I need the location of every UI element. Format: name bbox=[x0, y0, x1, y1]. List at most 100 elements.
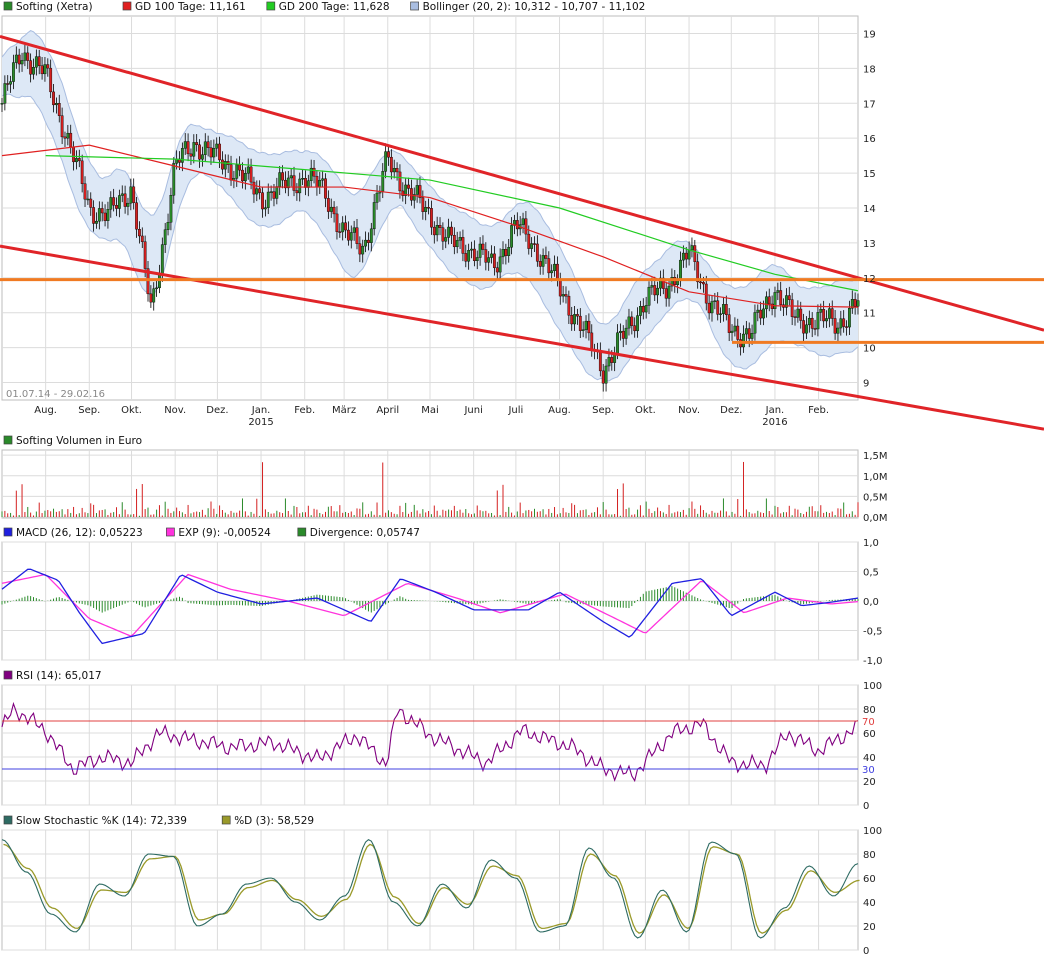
candle-body bbox=[286, 177, 290, 189]
candle-body bbox=[112, 197, 116, 206]
candle-body bbox=[60, 115, 64, 138]
candle-body bbox=[75, 158, 78, 163]
candle-body bbox=[495, 267, 499, 273]
candle-body bbox=[126, 202, 130, 207]
candle-body bbox=[292, 175, 296, 191]
x-month-label: Nov. bbox=[164, 405, 186, 416]
macd-y-tick: 0,5 bbox=[863, 568, 879, 579]
rsi-y-tick: 80 bbox=[863, 705, 876, 716]
stoch-y-tick: 20 bbox=[863, 922, 876, 933]
candle-body bbox=[424, 207, 428, 212]
candle-body bbox=[730, 330, 734, 333]
candle-body bbox=[6, 83, 10, 85]
candle-body bbox=[241, 169, 244, 182]
candle-body bbox=[221, 159, 224, 170]
candle-body bbox=[856, 300, 860, 307]
candle-body bbox=[759, 309, 763, 319]
rsi-y-tick: 40 bbox=[863, 753, 876, 764]
candle-body bbox=[716, 300, 720, 315]
candle-body bbox=[80, 160, 84, 184]
candle-body bbox=[533, 243, 536, 245]
candle-body bbox=[573, 314, 576, 325]
candle-body bbox=[269, 191, 273, 193]
candle-body bbox=[722, 304, 725, 314]
candle-body bbox=[192, 142, 196, 157]
candle-body bbox=[23, 52, 27, 61]
candle-body bbox=[493, 253, 496, 268]
candle-body bbox=[352, 227, 356, 233]
candle-body bbox=[684, 252, 688, 260]
candle-body bbox=[750, 332, 754, 339]
candle-body bbox=[86, 198, 90, 201]
price-y-tick: 17 bbox=[863, 99, 876, 110]
candle-body bbox=[793, 316, 797, 318]
candle-body bbox=[349, 232, 353, 241]
candle-body bbox=[515, 220, 519, 230]
candle-body bbox=[853, 299, 857, 307]
price-y-tick: 13 bbox=[863, 239, 876, 250]
candle-body bbox=[20, 60, 24, 65]
candle-body bbox=[289, 175, 293, 179]
candle-body bbox=[541, 255, 545, 267]
candle-body bbox=[713, 300, 717, 302]
candle-body bbox=[584, 320, 588, 330]
candle-body bbox=[455, 240, 459, 248]
candle-body bbox=[203, 141, 207, 155]
candle-body bbox=[235, 164, 239, 179]
candle-body bbox=[295, 190, 299, 194]
x-month-label: Juni bbox=[463, 405, 482, 416]
price-legend-label: Bollinger (20, 2): 10,312 - 10,707 - 11,… bbox=[423, 1, 646, 13]
candle-body bbox=[129, 186, 133, 204]
candle-body bbox=[415, 185, 419, 195]
macd-legend-label: EXP (9): -0,00524 bbox=[178, 527, 271, 539]
stock-chart: 19 18 17 16 15 14 13 12 11 10 9 Softing (Xetra) GD 1… bbox=[0, 1, 1044, 957]
candle-body bbox=[810, 317, 814, 329]
candle-body bbox=[610, 357, 614, 363]
candle-body bbox=[621, 330, 625, 339]
candle-body bbox=[83, 183, 87, 200]
candle-body bbox=[779, 290, 783, 305]
x-year-label: 2016 bbox=[762, 417, 787, 428]
candle-body bbox=[106, 208, 110, 221]
candle-body bbox=[538, 261, 542, 267]
rsi-y-tick: 100 bbox=[863, 681, 882, 692]
x-month-label: Juli bbox=[507, 405, 523, 416]
x-month-label: Feb. bbox=[808, 405, 829, 416]
x-month-label: März bbox=[332, 405, 356, 416]
volume-y-tick: 1,5M bbox=[863, 451, 888, 462]
candle-body bbox=[702, 282, 705, 285]
candle-body bbox=[653, 285, 657, 296]
candle-body bbox=[338, 231, 342, 233]
macd-y-tick: -1,0 bbox=[863, 656, 883, 667]
stoch-legend-label: %D (3): 58,529 bbox=[234, 815, 314, 827]
x-month-label: April bbox=[376, 405, 399, 416]
rsi-30-label: 30 bbox=[862, 765, 875, 776]
candle-body bbox=[527, 233, 531, 249]
rsi-legend-swatch bbox=[3, 670, 13, 680]
macd-y-tick: 1,0 bbox=[863, 538, 879, 549]
candle-body bbox=[461, 237, 465, 254]
candle-body bbox=[710, 301, 714, 314]
candle-body bbox=[272, 191, 276, 199]
candle-body bbox=[470, 248, 473, 251]
stoch-legend-swatch bbox=[3, 815, 13, 825]
candle-body bbox=[398, 171, 402, 192]
candle-body bbox=[707, 302, 711, 314]
candle-body bbox=[152, 288, 156, 303]
candle-body bbox=[762, 308, 765, 319]
candle-body bbox=[120, 193, 124, 196]
candle-body bbox=[825, 318, 828, 322]
candle-body bbox=[89, 198, 93, 208]
volume-legend-swatch bbox=[3, 435, 13, 445]
candle-body bbox=[40, 65, 44, 75]
candle-body bbox=[389, 156, 393, 173]
candle-body bbox=[92, 207, 96, 224]
candle-body bbox=[361, 245, 365, 255]
candle-body bbox=[243, 172, 247, 182]
candle-body bbox=[842, 318, 846, 327]
candle-body bbox=[756, 309, 760, 313]
stoch-y-tick: 60 bbox=[863, 874, 876, 885]
candle-body bbox=[796, 308, 800, 318]
stoch-y-tick: 0 bbox=[863, 946, 869, 957]
candle-body bbox=[46, 64, 50, 69]
